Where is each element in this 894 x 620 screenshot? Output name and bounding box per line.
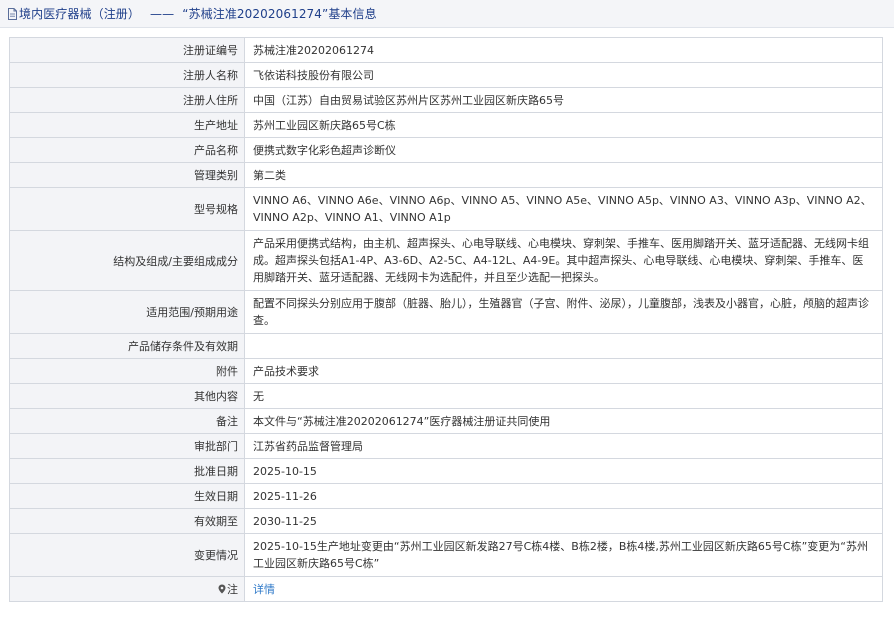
pin-icon bbox=[218, 584, 226, 597]
note-value-cell: 详情 bbox=[244, 576, 883, 602]
note-label-cell: 注 bbox=[9, 576, 245, 602]
table-row: 管理类别 第二类 bbox=[9, 162, 883, 188]
row-label: 审批部门 bbox=[9, 433, 245, 459]
table-row: 适用范围/预期用途 配置不同探头分别应用于腹部（脏器、胎儿），生殖器官（子宫、附… bbox=[9, 290, 883, 334]
table-row: 注册人住所 中国（江苏）自由贸易试验区苏州片区苏州工业园区新庆路65号 bbox=[9, 87, 883, 113]
row-value: 苏州工业园区新庆路65号C栋 bbox=[244, 112, 883, 138]
row-label: 注册证编号 bbox=[9, 37, 245, 63]
table-row: 产品名称 便携式数字化彩色超声诊断仪 bbox=[9, 137, 883, 163]
row-label: 注册人名称 bbox=[9, 62, 245, 88]
table-row: 结构及组成/主要组成成分 产品采用便携式结构，由主机、超声探头、心电导联线、心电… bbox=[9, 230, 883, 291]
row-value: 产品采用便携式结构，由主机、超声探头、心电导联线、心电模块、穿刺架、手推车、医用… bbox=[244, 230, 883, 291]
table-row: 产品储存条件及有效期 bbox=[9, 333, 883, 359]
table-row: 其他内容 无 bbox=[9, 383, 883, 409]
row-label: 生产地址 bbox=[9, 112, 245, 138]
row-value: 2025-10-15生产地址变更由“苏州工业园区新发路27号C栋4楼、B栋2楼，… bbox=[244, 533, 883, 577]
header-title: “苏械注准20202061274”基本信息 bbox=[182, 7, 377, 21]
row-value: 配置不同探头分别应用于腹部（脏器、胎儿），生殖器官（子宫、附件、泌尿），儿童腹部… bbox=[244, 290, 883, 334]
row-label: 变更情况 bbox=[9, 533, 245, 577]
info-table: 注册证编号 苏械注准20202061274 注册人名称 飞依诺科技股份有限公司 … bbox=[9, 37, 883, 602]
row-label: 生效日期 bbox=[9, 483, 245, 509]
note-label: 注 bbox=[227, 583, 238, 596]
row-value bbox=[244, 333, 883, 359]
row-label: 其他内容 bbox=[9, 383, 245, 409]
row-label: 产品名称 bbox=[9, 137, 245, 163]
row-value: 第二类 bbox=[244, 162, 883, 188]
table-row-note: 注 详情 bbox=[9, 576, 883, 602]
row-label: 备注 bbox=[9, 408, 245, 434]
row-value: 产品技术要求 bbox=[244, 358, 883, 384]
row-label: 注册人住所 bbox=[9, 87, 245, 113]
document-icon bbox=[8, 7, 17, 20]
table-row: 批准日期 2025-10-15 bbox=[9, 458, 883, 484]
row-value: VINNO A6、VINNO A6e、VINNO A6p、VINNO A5、VI… bbox=[244, 187, 883, 231]
row-label: 型号规格 bbox=[9, 187, 245, 231]
row-label: 产品储存条件及有效期 bbox=[9, 333, 245, 359]
table-row: 型号规格 VINNO A6、VINNO A6e、VINNO A6p、VINNO … bbox=[9, 187, 883, 231]
table-row: 注册证编号 苏械注准20202061274 bbox=[9, 37, 883, 63]
row-label: 适用范围/预期用途 bbox=[9, 290, 245, 334]
row-value: 江苏省药品监督管理局 bbox=[244, 433, 883, 459]
row-label: 管理类别 bbox=[9, 162, 245, 188]
row-label: 批准日期 bbox=[9, 458, 245, 484]
row-label: 有效期至 bbox=[9, 508, 245, 534]
table-row: 生效日期 2025-11-26 bbox=[9, 483, 883, 509]
row-label: 附件 bbox=[9, 358, 245, 384]
table-row: 备注 本文件与“苏械注准20202061274”医疗器械注册证共同使用 bbox=[9, 408, 883, 434]
row-value: 飞依诺科技股份有限公司 bbox=[244, 62, 883, 88]
row-value: 2025-10-15 bbox=[244, 458, 883, 484]
row-value: 苏械注准20202061274 bbox=[244, 37, 883, 63]
row-value: 2025-11-26 bbox=[244, 483, 883, 509]
table-row: 审批部门 江苏省药品监督管理局 bbox=[9, 433, 883, 459]
table-row: 变更情况 2025-10-15生产地址变更由“苏州工业园区新发路27号C栋4楼、… bbox=[9, 533, 883, 577]
details-link[interactable]: 详情 bbox=[253, 583, 275, 596]
row-value: 便携式数字化彩色超声诊断仪 bbox=[244, 137, 883, 163]
table-row: 注册人名称 飞依诺科技股份有限公司 bbox=[9, 62, 883, 88]
header-source: 境内医疗器械（注册） bbox=[19, 7, 141, 21]
row-label: 结构及组成/主要组成成分 bbox=[9, 230, 245, 291]
page-header: 境内医疗器械（注册） —— “苏械注准20202061274”基本信息 bbox=[0, 0, 894, 28]
table-row: 附件 产品技术要求 bbox=[9, 358, 883, 384]
table-row: 生产地址 苏州工业园区新庆路65号C栋 bbox=[9, 112, 883, 138]
row-value: 2030-11-25 bbox=[244, 508, 883, 534]
row-value: 本文件与“苏械注准20202061274”医疗器械注册证共同使用 bbox=[244, 408, 883, 434]
header-separator: —— bbox=[150, 6, 175, 21]
table-row: 有效期至 2030-11-25 bbox=[9, 508, 883, 534]
row-value: 中国（江苏）自由贸易试验区苏州片区苏州工业园区新庆路65号 bbox=[244, 87, 883, 113]
row-value: 无 bbox=[244, 383, 883, 409]
